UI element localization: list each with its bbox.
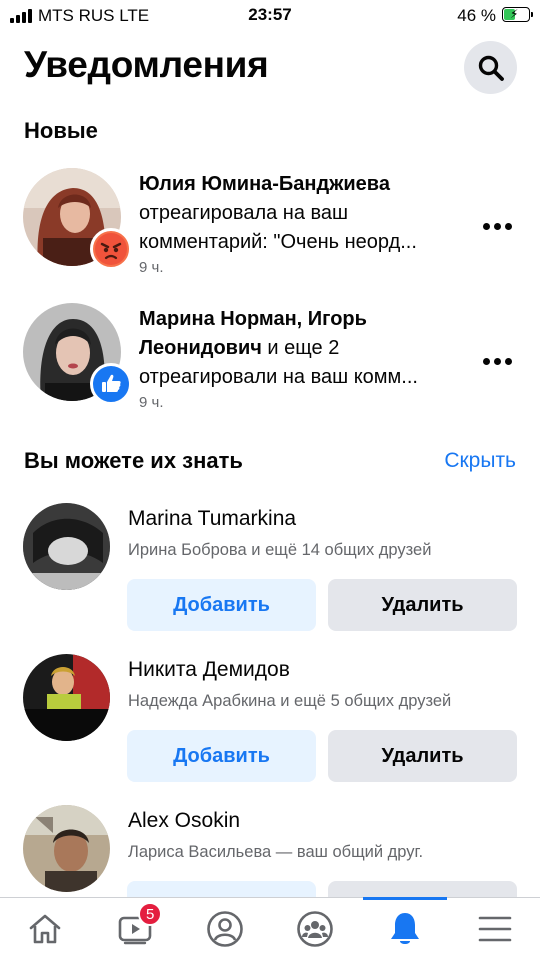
profile-icon [207, 911, 243, 947]
notification-item[interactable]: Марина Норман, Игорь Леонидович и еще 2 … [0, 303, 540, 418]
active-tab-indicator [363, 897, 447, 900]
notification-text: Марина Норман, Игорь Леонидович и еще 2 … [139, 305, 469, 392]
dot-icon [505, 357, 512, 365]
dot-icon [494, 222, 501, 230]
section-title-new: Новые [24, 118, 98, 143]
groups-icon [297, 911, 333, 947]
person-name[interactable]: Alex Osokin [128, 809, 240, 833]
avatar[interactable] [23, 503, 110, 590]
remove-suggestion-button[interactable]: Удалить [328, 579, 517, 631]
battery-percent: 46 % [457, 6, 496, 25]
like-reaction-icon [95, 368, 127, 400]
notification-actor: Юлия Юмина-Банджиева [139, 173, 390, 195]
remove-suggestion-button[interactable]: Удалить [328, 730, 517, 782]
nav-menu[interactable] [465, 904, 525, 954]
notification-item[interactable]: Юлия Юмина-Банджиева отреагировала на ва… [0, 168, 540, 283]
dot-icon [494, 357, 501, 365]
dot-icon [483, 222, 490, 230]
reaction-badge [90, 228, 132, 270]
notification-time: 9 ч. [139, 394, 164, 411]
nav-groups[interactable] [285, 904, 345, 954]
nav-notifications[interactable] [375, 904, 435, 954]
mutual-friends: Ирина Боброва и ещё 14 общих друзей [128, 541, 432, 559]
notifications-bell-icon [391, 913, 419, 944]
more-options-button[interactable] [483, 353, 519, 369]
mutual-friends: Надежда Арабкина и ещё 5 общих друзей [128, 692, 452, 710]
reaction-badge [90, 363, 132, 405]
bottom-nav: 5 [0, 897, 540, 960]
person-name[interactable]: Никита Демидов [128, 658, 290, 682]
more-options-button[interactable] [483, 218, 519, 234]
angry-reaction-icon [95, 233, 127, 265]
hide-link[interactable]: Скрыть [444, 449, 516, 473]
battery-icon: ⚡ [502, 7, 533, 22]
add-friend-button[interactable]: Добавить [127, 730, 316, 782]
avatar[interactable] [23, 805, 110, 892]
add-friend-button[interactable]: Добавить [127, 579, 316, 631]
section-title-pymk: Вы можете их знать [24, 448, 243, 473]
notification-text: Юлия Юмина-Банджиева отреагировала на ва… [139, 170, 469, 257]
search-icon [478, 55, 504, 81]
friend-suggestion: Никита Демидов Надежда Арабкина и ещё 5 … [0, 654, 540, 794]
nav-profile[interactable] [195, 904, 255, 954]
charging-bolt-icon: ⚡ [510, 7, 519, 21]
search-button[interactable] [464, 41, 517, 94]
notification-time: 9 ч. [139, 259, 164, 276]
page-title: Уведомления [24, 44, 269, 85]
mutual-friends: Лариса Васильева — ваш общий друг. [128, 843, 424, 861]
person-name[interactable]: Marina Tumarkina [128, 507, 296, 531]
dot-icon [505, 222, 512, 230]
menu-icon [478, 916, 512, 942]
notification-message: отреагировала на ваш комментарий: "Очень… [139, 202, 417, 253]
avatar[interactable] [23, 654, 110, 741]
dot-icon [483, 357, 490, 365]
nav-home[interactable] [15, 904, 75, 954]
status-bar: MTS RUS LTE 23:57 46 % ⚡ [0, 0, 540, 32]
friend-suggestion: Marina Tumarkina Ирина Боброва и ещё 14 … [0, 503, 540, 643]
home-icon [29, 914, 61, 944]
